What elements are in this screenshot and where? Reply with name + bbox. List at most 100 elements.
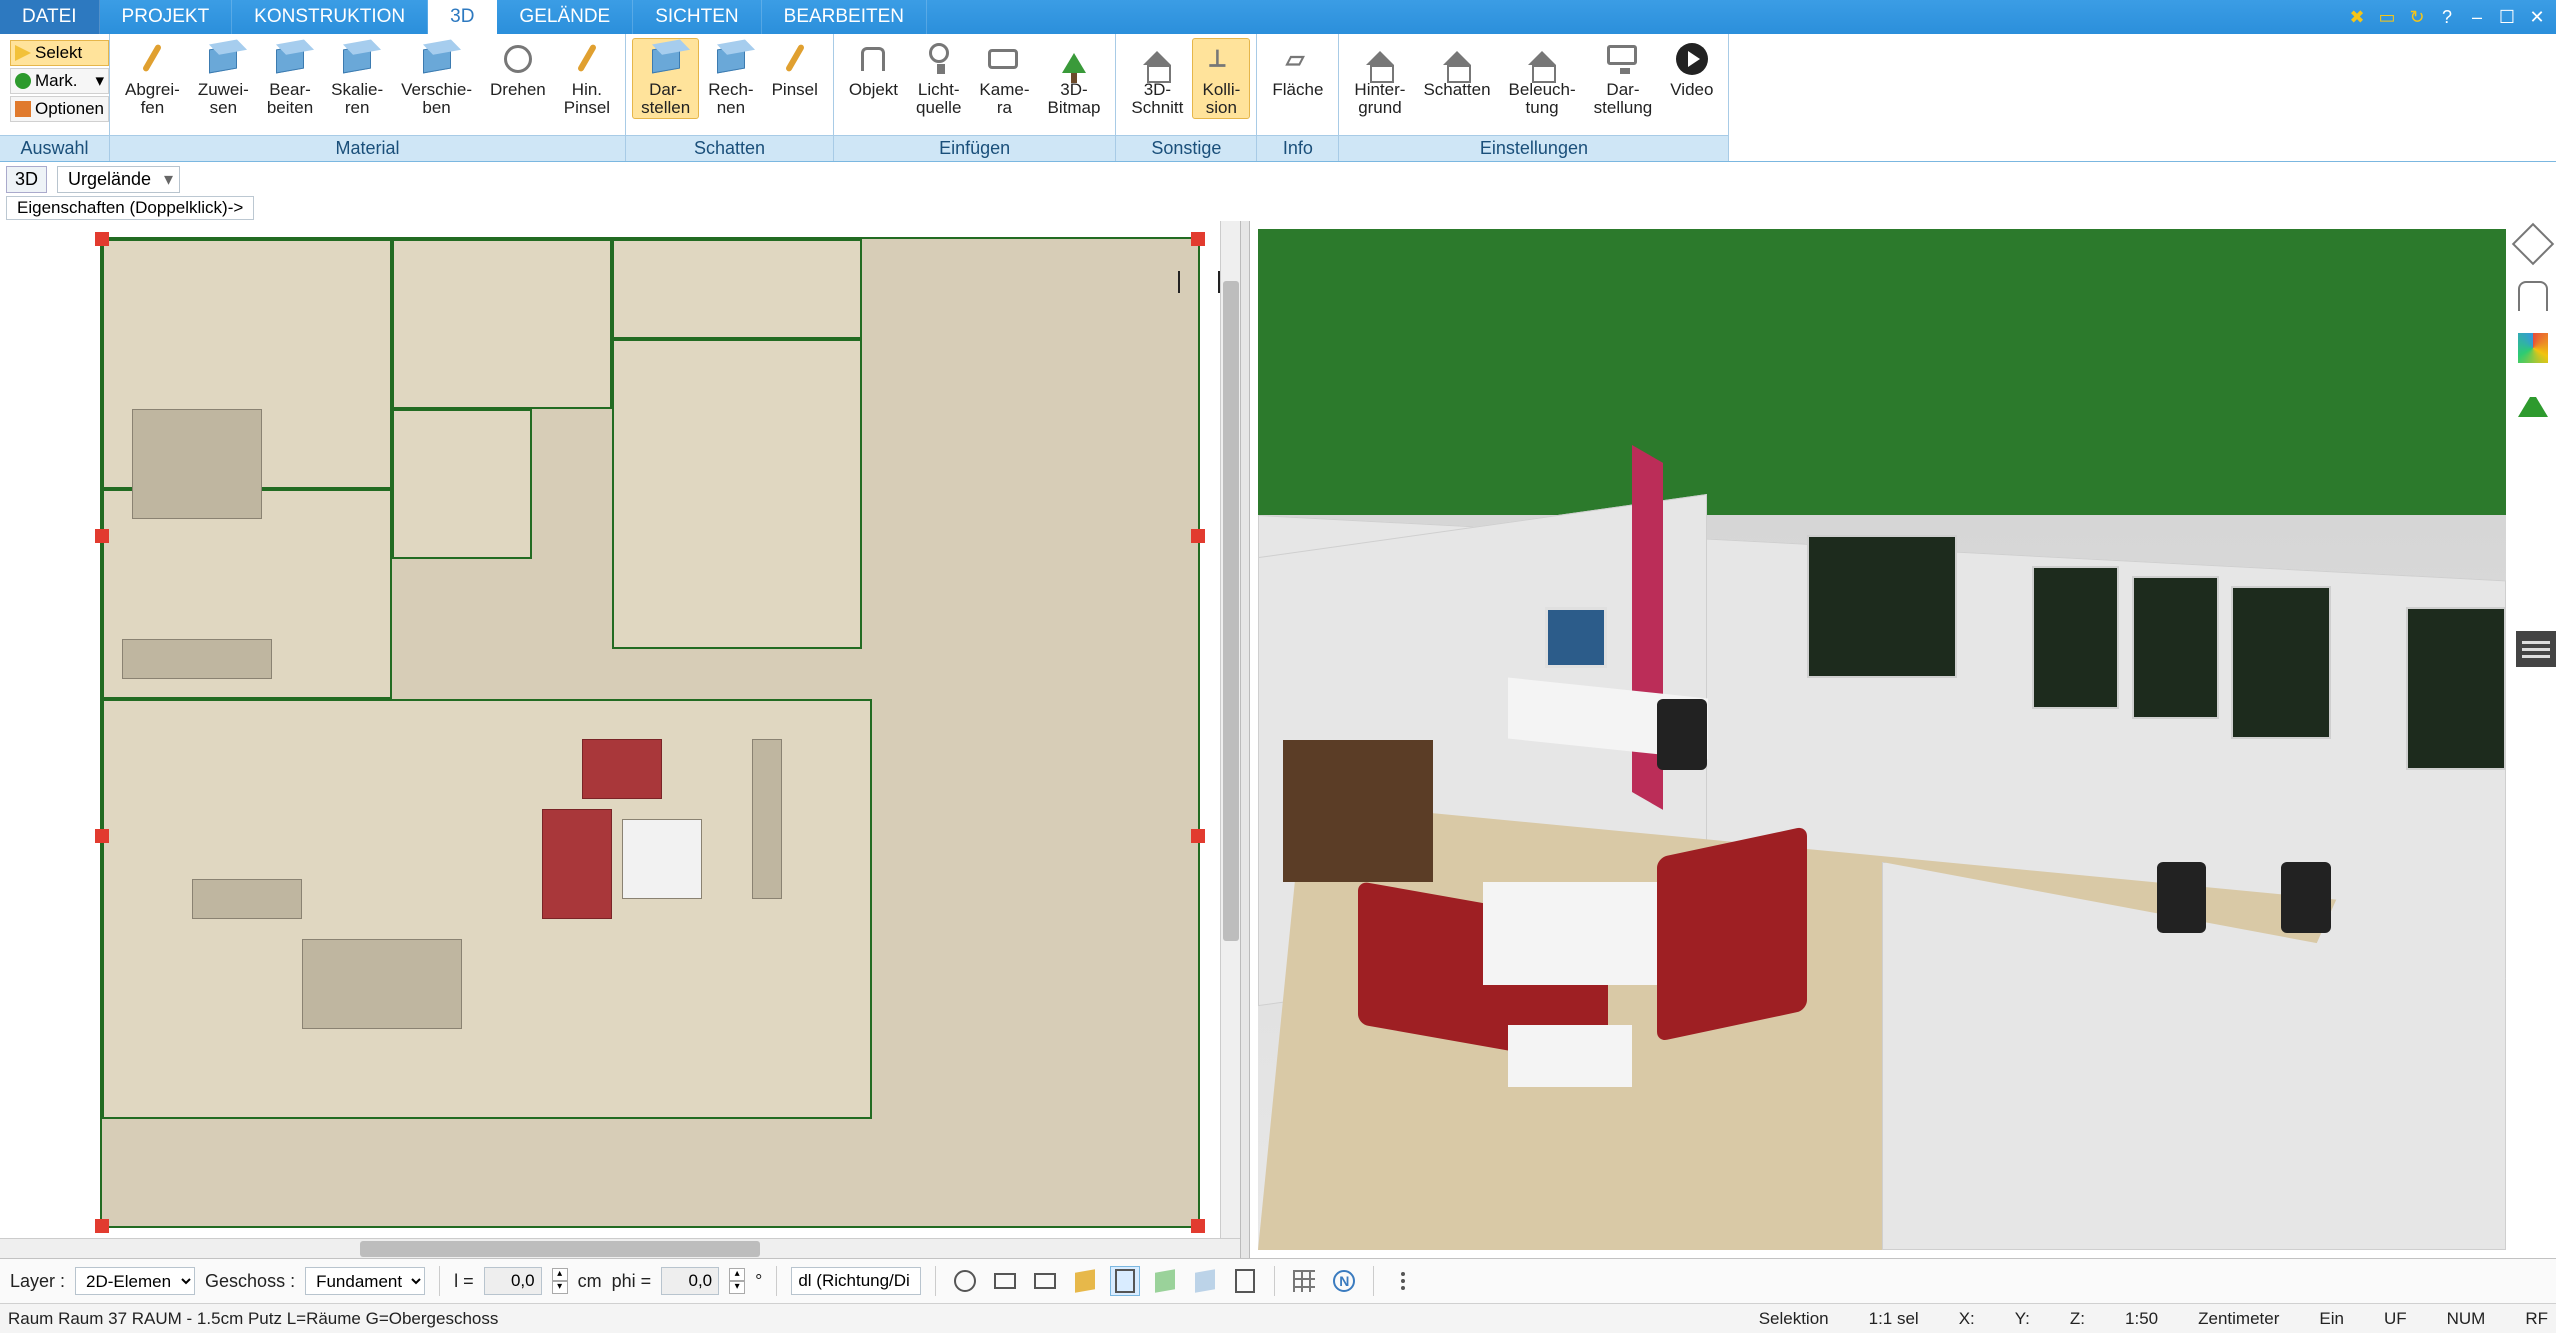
palette-icon[interactable] [2518, 333, 2548, 363]
edit-icon [276, 45, 304, 74]
objekt-button[interactable]: Objekt [840, 38, 907, 100]
clock-icon[interactable] [950, 1266, 980, 1296]
kamera-button[interactable]: Kame- ra [970, 38, 1038, 119]
close-icon[interactable]: ✕ [2524, 4, 2550, 30]
monitor-icon [1607, 45, 1637, 65]
pinsel-label: Pinsel [772, 81, 818, 99]
plane-icon[interactable] [1190, 1266, 1220, 1296]
layer-label: Layer : [10, 1271, 65, 1292]
dining-table [302, 939, 462, 1029]
tab-3d[interactable]: 3D [428, 0, 497, 34]
section-icon [1143, 37, 1171, 65]
camera-tool-icon[interactable] [1030, 1266, 1060, 1296]
status-bar: Raum Raum 37 RAUM - 1.5cm Putz L=Räume G… [0, 1303, 2556, 1333]
lichtquelle-button[interactable]: Licht- quelle [907, 38, 970, 119]
properties-hint[interactable]: Eigenschaften (Doppelklick)-> [6, 196, 254, 220]
tab-bearbeiten[interactable]: BEARBEITEN [762, 0, 927, 34]
sheet2-icon[interactable] [1230, 1266, 1260, 1296]
vegetation-icon[interactable] [2518, 385, 2548, 417]
maximize-icon[interactable]: ☐ [2494, 4, 2520, 30]
minimize-icon[interactable]: – [2464, 4, 2490, 30]
marker [1191, 529, 1205, 543]
geschoss-select[interactable]: Fundament [305, 1267, 425, 1295]
mark-button[interactable]: Mark.▾ [10, 68, 109, 94]
room [612, 239, 862, 339]
schnitt-button[interactable]: 3D- Schnitt [1122, 38, 1192, 119]
hscroll-thumb[interactable] [360, 1241, 760, 1257]
phi-input[interactable] [661, 1267, 719, 1295]
monitor-tool-icon[interactable] [990, 1266, 1020, 1296]
window-icon[interactable]: ▭ [2374, 4, 2400, 30]
pane-splitter[interactable] [1240, 221, 1250, 1258]
help-icon[interactable]: ? [2434, 4, 2460, 30]
marker [1191, 1219, 1205, 1233]
tab-gelaende[interactable]: GELÄNDE [497, 0, 633, 34]
skalieren-button[interactable]: Skalie- ren [322, 38, 392, 119]
drehen-label: Drehen [490, 81, 546, 99]
north-icon[interactable]: N [1329, 1266, 1359, 1296]
view-mode-badge: 3D [6, 166, 47, 193]
tab-datei[interactable]: DATEI [0, 0, 100, 34]
pencil-icon [785, 44, 805, 73]
hintergrund-button[interactable]: Hinter- grund [1345, 38, 1414, 119]
layer-select[interactable]: 2D-Elemen [75, 1267, 195, 1295]
vscroll-thumb[interactable] [1223, 281, 1239, 941]
pinsel-button[interactable]: Pinsel [763, 38, 827, 100]
tools-icon[interactable]: ✖ [2344, 4, 2370, 30]
status-selection-info: Raum Raum 37 RAUM - 1.5cm Putz L=Räume G… [8, 1309, 498, 1329]
hscrollbar[interactable] [0, 1238, 1240, 1258]
group-einstellungen-label: Einstellungen [1339, 135, 1728, 161]
bitmap-button[interactable]: 3D- Bitmap [1038, 38, 1109, 119]
furniture-catalog-icon[interactable] [2518, 281, 2548, 311]
group-einfuegen-label: Einfügen [834, 135, 1116, 161]
darstellung-button[interactable]: Dar- stellung [1585, 38, 1662, 119]
counter [192, 879, 302, 919]
vscrollbar[interactable] [1220, 221, 1240, 1238]
schatten-settings-button[interactable]: Schatten [1414, 38, 1499, 100]
group-sonstige-label: Sonstige [1116, 135, 1256, 161]
layers-tool-icon[interactable] [1150, 1266, 1180, 1296]
kollision-button[interactable]: ⟂Kolli- sion [1192, 38, 1250, 119]
flaeche-button[interactable]: ▱Fläche [1263, 38, 1332, 100]
hinpinsel-button[interactable]: Hin. Pinsel [555, 38, 619, 119]
tab-sichten[interactable]: SICHTEN [633, 0, 761, 34]
schatten-settings-label: Schatten [1423, 81, 1490, 99]
selekt-button[interactable]: Selekt [10, 40, 109, 66]
phi-spinner[interactable]: ▴▾ [729, 1268, 745, 1294]
refresh-icon[interactable]: ↻ [2404, 4, 2430, 30]
bearbeiten-button[interactable]: Bear- beiten [258, 38, 322, 119]
layers-icon[interactable] [2512, 223, 2554, 265]
dl-input[interactable] [791, 1267, 921, 1295]
drehen-button[interactable]: Drehen [481, 38, 555, 100]
stack-icon[interactable] [1070, 1266, 1100, 1296]
sheet-icon[interactable] [1110, 1266, 1140, 1296]
view-3d-viewport[interactable] [1250, 221, 2556, 1258]
verschieben-button[interactable]: Verschie- ben [392, 38, 481, 119]
skalieren-label: Skalie- ren [331, 81, 383, 118]
zuweisen-button[interactable]: Zuwei- sen [189, 38, 258, 119]
render-3d [1258, 229, 2506, 1250]
video-button[interactable]: Video [1661, 38, 1722, 100]
tab-konstruktion[interactable]: KONSTRUKTION [232, 0, 428, 34]
plan-2d-viewport[interactable] [0, 221, 1240, 1258]
status-scale: 1:50 [2125, 1309, 2158, 1329]
sofa [582, 739, 662, 799]
rechnen-button[interactable]: Rech- nen [699, 38, 762, 119]
terrain-combo[interactable]: Urgelände [57, 166, 180, 193]
tab-projekt[interactable]: PROJEKT [100, 0, 233, 34]
darstellen-button[interactable]: Dar- stellen [632, 38, 699, 119]
length-input[interactable] [484, 1267, 542, 1295]
group-info-label: Info [1257, 135, 1338, 161]
abgreifen-button[interactable]: Abgrei- fen [116, 38, 189, 119]
length-spinner[interactable]: ▴▾ [552, 1268, 568, 1294]
status-uf: UF [2384, 1309, 2407, 1329]
abgreifen-label: Abgrei- fen [125, 81, 180, 118]
objekt-label: Objekt [849, 81, 898, 99]
geschoss-label: Geschoss : [205, 1271, 295, 1292]
beleuchtung-button[interactable]: Beleuch- tung [1500, 38, 1585, 119]
cursor-icon [15, 45, 31, 61]
grid-icon[interactable] [1289, 1266, 1319, 1296]
side-panel-handle[interactable] [2516, 631, 2556, 667]
optionen-button[interactable]: Optionen [10, 96, 109, 122]
more-icon[interactable] [1388, 1266, 1418, 1296]
